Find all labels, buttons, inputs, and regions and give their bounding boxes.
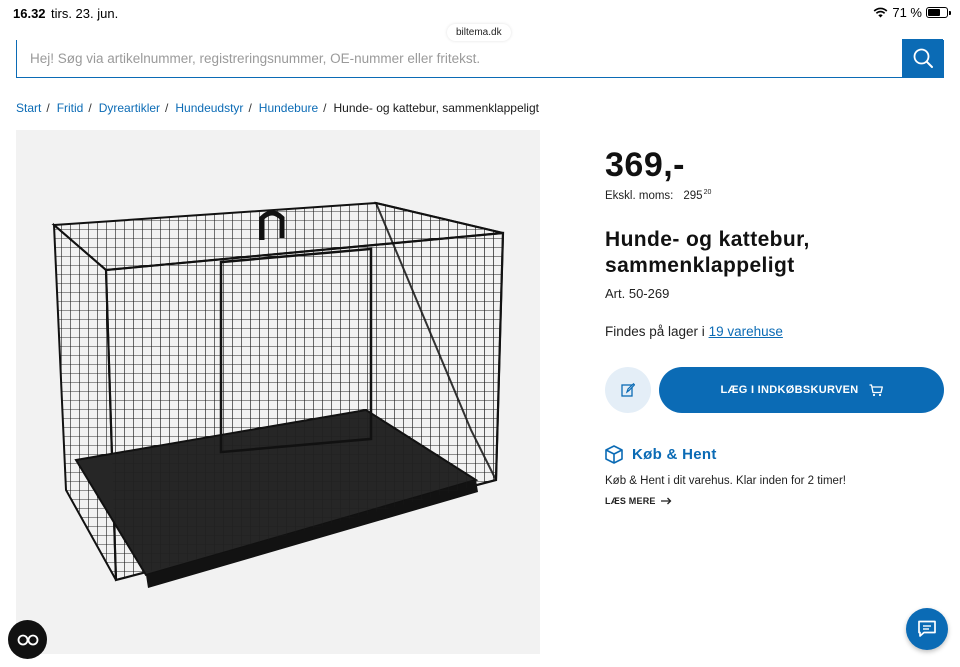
vat-amount: 295	[683, 190, 703, 202]
vat-decimals: 20	[703, 189, 712, 196]
add-to-cart-label: LÆG I INDKØBSKURVEN	[720, 384, 859, 396]
note-button[interactable]	[605, 367, 651, 413]
cart-icon	[869, 383, 883, 396]
product-title: Hunde- og kattebur, sammenklappeligt	[605, 228, 810, 277]
search-icon	[913, 48, 933, 68]
vat-price: Ekskl. moms: 295 20	[605, 189, 712, 202]
kob-hent-description: Køb & Hent i dit varehus. Klar inden for…	[605, 475, 846, 487]
dog-cage-image	[51, 201, 505, 588]
battery-icon	[926, 7, 951, 18]
breadcrumb-separator: /	[88, 101, 92, 115]
kob-hent-title: Køb & Hent	[632, 446, 717, 463]
status-date: tirs. 23. jun.	[51, 6, 119, 21]
breadcrumb-separator: /	[323, 101, 327, 115]
read-more-label: LÆS MERE	[605, 496, 656, 506]
edit-icon	[621, 383, 635, 397]
battery-percent: 71 %	[892, 5, 922, 20]
chat-button[interactable]	[906, 608, 948, 650]
add-to-cart-button[interactable]: LÆG I INDKØBSKURVEN	[659, 367, 944, 413]
status-time: 16.32	[13, 6, 46, 21]
box-icon	[605, 445, 623, 464]
battery-fill	[928, 9, 941, 16]
breadcrumb-hundeudstyr[interactable]: Hundeudstyr	[175, 101, 243, 115]
reader-mode-button[interactable]	[8, 620, 47, 659]
reader-mode-icon	[17, 634, 38, 645]
breadcrumb-dyreartikler[interactable]: Dyreartikler	[99, 101, 160, 115]
search-bar	[16, 39, 944, 78]
search-button[interactable]	[902, 39, 943, 77]
status-bar: 16.32 tirs. 23. jun. 71 %	[0, 0, 960, 26]
arrow-right-icon	[660, 497, 672, 505]
breadcrumb-separator: /	[248, 101, 252, 115]
stock-prefix: Findes på lager i	[605, 324, 709, 339]
breadcrumb-separator: /	[165, 101, 169, 115]
url-bar[interactable]: biltema.dk	[447, 24, 511, 41]
search-input[interactable]	[17, 40, 902, 77]
article-number: Art. 50-269	[605, 286, 670, 301]
wifi-icon	[873, 7, 888, 18]
product-image[interactable]	[16, 130, 540, 654]
chat-icon	[918, 620, 936, 637]
breadcrumb-hundebure[interactable]: Hundebure	[259, 101, 318, 115]
breadcrumb-current: Hunde- og kattebur, sammenklappeligt	[333, 101, 539, 115]
stock-stores-link[interactable]: 19 varehuse	[709, 324, 783, 339]
breadcrumb-start[interactable]: Start	[16, 101, 41, 115]
breadcrumb: Start / Fritid / Dyreartikler / Hundeuds…	[16, 101, 539, 115]
stock-info: Findes på lager i 19 varehuse	[605, 324, 783, 339]
read-more-link[interactable]: LÆS MERE	[605, 496, 672, 506]
breadcrumb-fritid[interactable]: Fritid	[57, 101, 84, 115]
breadcrumb-separator: /	[46, 101, 50, 115]
product-price: 369,-	[605, 146, 685, 184]
kob-hent-header: Køb & Hent	[605, 445, 717, 464]
status-indicators: 71 %	[873, 5, 951, 20]
vat-label: Ekskl. moms:	[605, 190, 674, 202]
